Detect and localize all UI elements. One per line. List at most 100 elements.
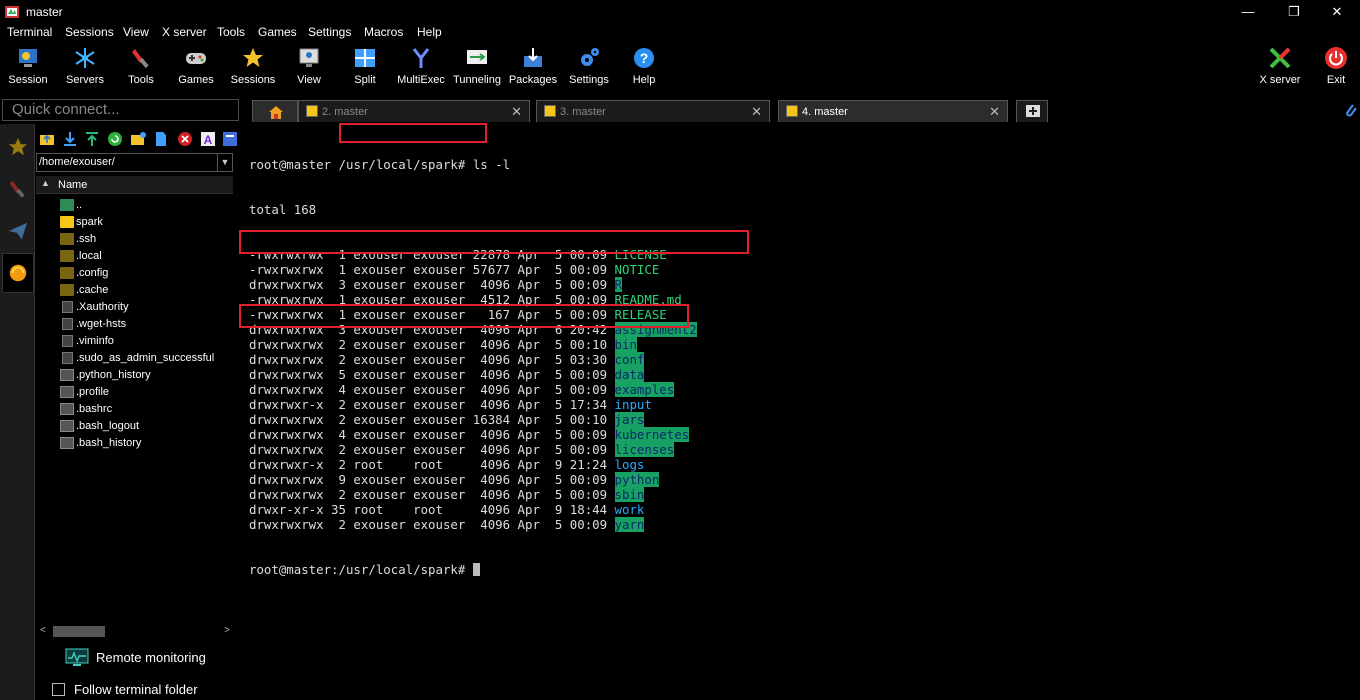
file-list-item[interactable]: .viminfo — [35, 333, 240, 350]
file-list-item[interactable]: .bash_logout — [35, 418, 240, 435]
menu-settings[interactable]: Settings — [308, 25, 351, 39]
close-icon[interactable]: ✕ — [751, 104, 762, 120]
file-icon — [60, 420, 74, 432]
menu-sessions[interactable]: Sessions — [65, 25, 114, 39]
packages-icon — [524, 48, 542, 67]
file-list-item[interactable]: .profile — [35, 384, 240, 401]
new-folder-icon[interactable] — [130, 131, 146, 147]
session-button[interactable]: Session — [6, 44, 50, 94]
close-icon[interactable]: ✕ — [511, 104, 522, 120]
menu-games[interactable]: Games — [258, 25, 297, 39]
tab-2-master[interactable]: 2. master ✕ — [298, 100, 530, 122]
new-file-icon[interactable] — [153, 131, 169, 147]
file-list-item[interactable]: .local — [35, 248, 240, 265]
ls-entry: drwxrwxrwx 5 exouser exouser 4096 Apr 5 … — [249, 367, 697, 382]
entry-metadata: drwxrwxrwx 9 exouser exouser 4096 Apr 5 … — [249, 472, 615, 487]
file-name: spark — [76, 216, 103, 228]
file-list-item[interactable]: .sudo_as_admin_successful — [35, 350, 240, 367]
entry-metadata: drwxrwxrwx 5 exouser exouser 4096 Apr 5 … — [249, 367, 615, 382]
file-list-item[interactable]: .cache — [35, 282, 240, 299]
delete-icon[interactable] — [177, 131, 193, 147]
file-list-item[interactable]: .bashrc — [35, 401, 240, 418]
tools-side-tab[interactable] — [2, 169, 34, 209]
file-list-header[interactable]: ▲ Name — [36, 176, 233, 194]
help-icon: ? — [634, 48, 654, 68]
follow-terminal-folder-toggle[interactable]: Follow terminal folder — [52, 680, 237, 700]
horizontal-scrollbar[interactable]: < > — [38, 624, 234, 638]
file-list-item[interactable]: spark — [35, 214, 240, 231]
file-list-item[interactable]: .ssh — [35, 231, 240, 248]
entry-name: R — [614, 277, 622, 292]
follow-terminal-folder-checkbox[interactable] — [52, 683, 65, 696]
sessions-button[interactable]: Sessions — [229, 44, 277, 94]
chevron-down-icon[interactable]: ▼ — [217, 154, 232, 171]
scroll-thumb[interactable] — [53, 626, 105, 637]
entry-metadata: drwxrwxrwx 2 exouser exouser 4096 Apr 5 … — [249, 487, 615, 502]
terminal-tab-icon — [544, 105, 556, 117]
tunneling-button[interactable]: Tunneling — [452, 44, 502, 94]
file-list-item[interactable]: .. — [35, 197, 240, 214]
new-tab-button[interactable] — [1016, 100, 1048, 122]
monitor-icon — [65, 648, 89, 666]
entry-name: data — [614, 367, 645, 382]
view-button[interactable]: View — [288, 44, 330, 94]
restore-button[interactable]: ❐ — [1271, 0, 1317, 24]
file-list-item[interactable]: .bash_history — [35, 435, 240, 452]
xserver-button[interactable]: X server — [1256, 44, 1304, 94]
scroll-left-icon[interactable]: < — [40, 625, 46, 636]
file-name: .bash_logout — [76, 420, 139, 432]
games-button[interactable]: Games — [175, 44, 217, 94]
attach-icon[interactable] — [1342, 101, 1358, 119]
quick-connect-input[interactable]: Quick connect... — [2, 99, 239, 121]
sftp-side-tab[interactable] — [2, 253, 34, 293]
tab-3-master[interactable]: 3. master ✕ — [536, 100, 770, 122]
download-icon[interactable] — [62, 131, 78, 147]
entry-metadata: -rwxrwxrwx 1 exouser exouser 57677 Apr 5… — [249, 262, 615, 277]
sort-ascending-icon: ▲ — [41, 178, 50, 188]
menu-tools[interactable]: Tools — [217, 25, 245, 39]
remote-monitoring-button[interactable]: Remote monitoring — [65, 648, 235, 668]
scroll-right-icon[interactable]: > — [224, 625, 230, 636]
menu-xserver[interactable]: X server — [162, 25, 207, 39]
folder-up-icon[interactable] — [39, 131, 55, 147]
menu-macros[interactable]: Macros — [364, 25, 403, 39]
highlight-box-input — [239, 304, 689, 328]
upload-icon[interactable] — [84, 131, 100, 147]
exit-button[interactable]: Exit — [1318, 44, 1354, 94]
menu-help[interactable]: Help — [417, 25, 442, 39]
minimize-button[interactable]: — — [1225, 0, 1271, 24]
packages-button[interactable]: Packages — [508, 44, 558, 94]
home-tab[interactable] — [252, 100, 298, 122]
file-list-item[interactable]: .Xauthority — [35, 299, 240, 316]
tools-button[interactable]: Tools — [120, 44, 162, 94]
tab-label: 4. master — [802, 106, 848, 118]
file-list-item[interactable]: .config — [35, 265, 240, 282]
split-button[interactable]: Split — [344, 44, 386, 94]
refresh-icon[interactable] — [107, 131, 123, 147]
tab-4-master[interactable]: 4. master ✕ — [778, 100, 1008, 122]
file-list-item[interactable]: .wget-hsts — [35, 316, 240, 333]
terminal-scrollbar[interactable] — [1352, 124, 1360, 700]
file-name: .config — [76, 267, 109, 279]
entry-metadata: drwxr-xr-x 35 root root 4096 Apr 9 18:44 — [249, 502, 615, 517]
entry-name: NOTICE — [614, 262, 660, 277]
close-window-button[interactable]: ✕ — [1314, 0, 1360, 24]
macros-side-tab[interactable] — [2, 211, 34, 251]
help-button[interactable]: ? Help — [624, 44, 664, 94]
settings-button[interactable]: Settings — [566, 44, 612, 94]
properties-icon[interactable] — [222, 131, 238, 147]
ls-entry: drwxrwxrwx 3 exouser exouser 4096 Apr 5 … — [249, 277, 697, 292]
terminal-output[interactable]: root@master /usr/local/spark# ls -l tota… — [239, 123, 1352, 700]
menu-terminal[interactable]: Terminal — [7, 25, 52, 39]
servers-button[interactable]: Servers — [62, 44, 108, 94]
menu-view[interactable]: View — [123, 25, 149, 39]
folder-icon — [60, 250, 74, 262]
rename-icon[interactable]: A — [200, 131, 216, 147]
sessions-side-tab[interactable] — [2, 127, 34, 167]
close-icon[interactable]: ✕ — [989, 104, 1000, 120]
multiexec-button[interactable]: MultiExec — [396, 44, 446, 94]
file-list-item[interactable]: .python_history — [35, 367, 240, 384]
sftp-path-selector[interactable]: /home/exouser/ ▼ — [36, 153, 233, 172]
entry-metadata: drwxrwxrwx 4 exouser exouser 4096 Apr 5 … — [249, 382, 615, 397]
menu-bar: Terminal Sessions View X server Tools Ga… — [0, 24, 1360, 42]
